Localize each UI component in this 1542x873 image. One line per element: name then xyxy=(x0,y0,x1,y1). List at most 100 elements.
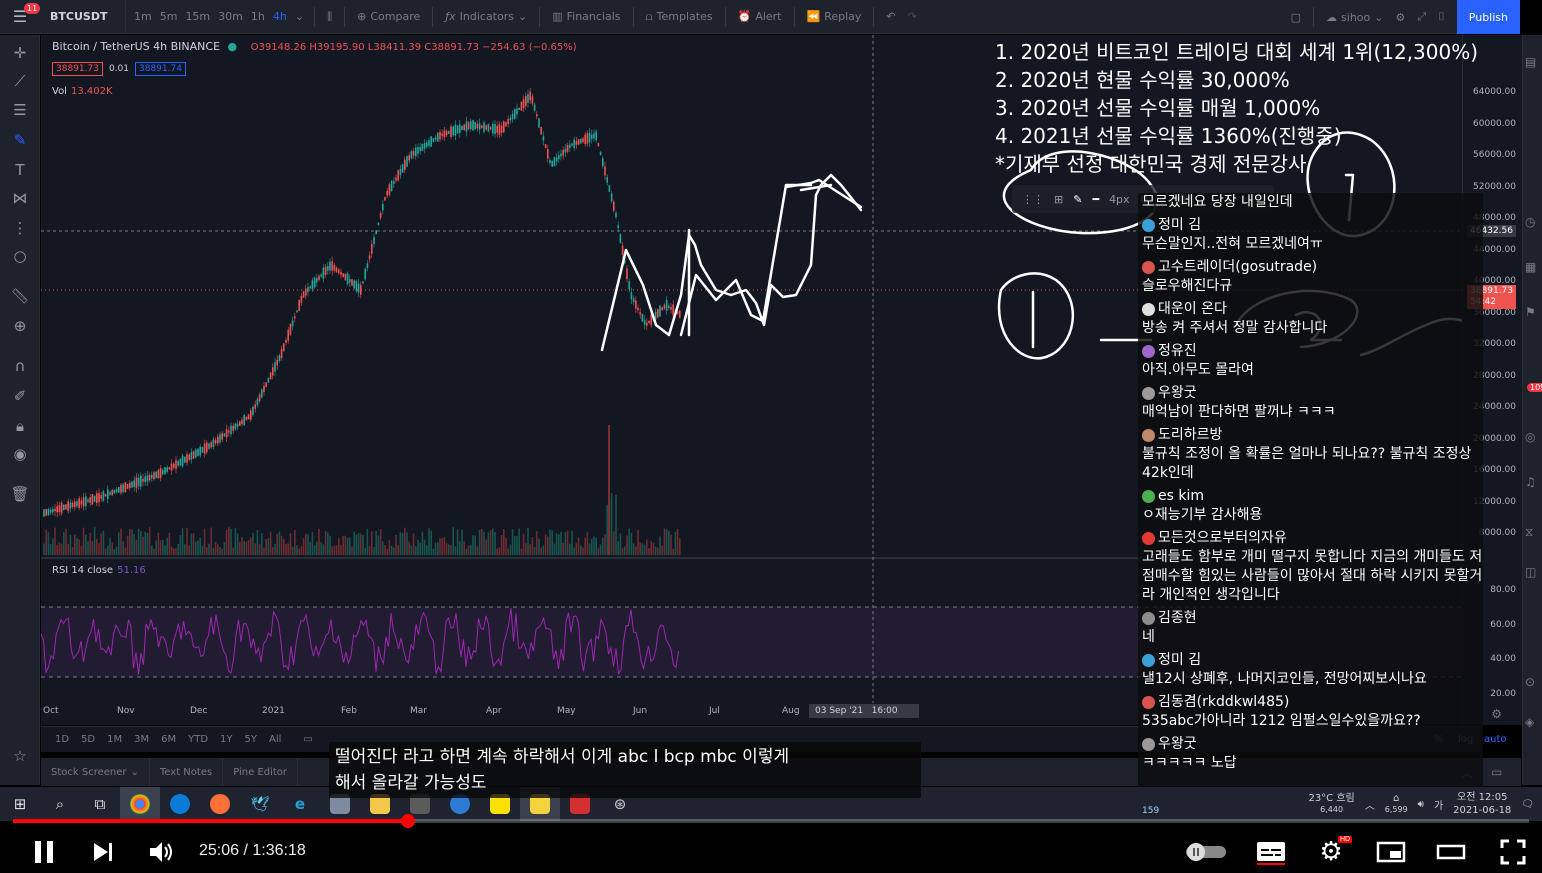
stream-icon[interactable]: ◈ xyxy=(1525,715,1534,729)
layout-button[interactable]: ▢ xyxy=(1285,0,1307,34)
network-icon[interactable]: ⌂ 6,599 xyxy=(1385,793,1408,815)
data-window-icon[interactable]: ▦ xyxy=(1525,260,1536,274)
auto-scale-toggle[interactable]: auto xyxy=(1484,734,1507,745)
ruler-icon[interactable]: 📏︎ xyxy=(0,287,40,305)
undo-button[interactable]: ↶ xyxy=(880,0,901,34)
theater-mode-button[interactable] xyxy=(1434,830,1468,873)
watchlist-icon[interactable]: ▤ xyxy=(1525,55,1536,69)
templates-icon[interactable]: ⊞ xyxy=(1054,193,1063,206)
mute-button[interactable] xyxy=(146,830,178,873)
maximize-panel-icon[interactable]: ▭ xyxy=(1491,765,1502,779)
weather-widget[interactable]: 23°C 흐림 6,440 xyxy=(1308,793,1354,815)
interval-15m[interactable]: 15m xyxy=(181,0,214,34)
interval-4h[interactable]: 4h xyxy=(269,0,291,34)
chat-author[interactable]: 김종현 xyxy=(1142,609,1483,628)
bird-app[interactable]: 🕊︎ xyxy=(240,787,280,821)
start-button[interactable]: ⊞ xyxy=(0,787,40,821)
range-3m[interactable]: 3M xyxy=(128,734,155,745)
autoplay-toggle[interactable] xyxy=(1183,830,1229,873)
chat-author[interactable]: 정미 김 xyxy=(1142,216,1483,235)
search-button[interactable]: ⌕ xyxy=(40,787,80,821)
chat-author[interactable]: es kim xyxy=(1142,487,1483,506)
width-label[interactable]: 4px xyxy=(1109,193,1130,206)
clock[interactable]: 오전 12:05 2021-06-18 xyxy=(1453,791,1511,817)
interval-1h[interactable]: 1h xyxy=(247,0,269,34)
range-5d[interactable]: 5D xyxy=(75,734,101,745)
tab-stock-screener[interactable]: Stock Screener ⌄ xyxy=(41,758,150,786)
fullscreen-button[interactable]: ⤢ xyxy=(1411,0,1432,34)
horizontal-lines-icon[interactable]: ☰ xyxy=(0,101,40,119)
gear-icon[interactable]: ⚙ xyxy=(1491,707,1502,721)
chat-icon[interactable]: ◫ xyxy=(1525,565,1536,579)
lock-icon[interactable]: 🔒︎ xyxy=(0,417,40,435)
notifications-icon[interactable]: 🗨︎ xyxy=(1521,799,1534,810)
chevron-down-icon[interactable]: ⌄ xyxy=(291,0,308,34)
indicators-button[interactable]: ƒx Indicators ⌄ xyxy=(439,0,533,34)
range-1m[interactable]: 1M xyxy=(101,734,128,745)
range-1d[interactable]: 1D xyxy=(49,734,75,745)
bell-icon[interactable]: ♫ xyxy=(1525,475,1536,489)
circle-icon[interactable]: ○ xyxy=(0,247,40,265)
alert-button[interactable]: ⏰ Alert xyxy=(732,0,788,34)
range-all[interactable]: All xyxy=(263,734,287,745)
redo-button[interactable]: ↷ xyxy=(902,0,923,34)
financials-button[interactable]: ▥ Financials xyxy=(546,0,626,34)
chat-author[interactable]: 고수트레이더(gosutrade) xyxy=(1142,258,1483,277)
interval-30m[interactable]: 30m xyxy=(214,0,247,34)
chat-author[interactable]: 우왕굿 xyxy=(1142,735,1483,754)
drag-handle-icon[interactable]: ⋮⋮ xyxy=(1022,193,1044,206)
calendar-icon[interactable]: ⧖ xyxy=(1525,525,1533,540)
range-ytd[interactable]: YTD xyxy=(182,734,214,745)
chat-author[interactable]: 도리하르방 xyxy=(1142,426,1483,445)
next-button[interactable] xyxy=(88,830,118,873)
interval-5m[interactable]: 5m xyxy=(156,0,182,34)
replay-button[interactable]: ⏪ Replay xyxy=(801,0,868,34)
progress-scrubber[interactable] xyxy=(401,814,415,828)
settings-button[interactable]: ⚙ HD xyxy=(1314,830,1353,873)
chat-author[interactable]: 정유진 xyxy=(1142,342,1483,361)
pause-button[interactable] xyxy=(28,830,60,873)
menu-button[interactable]: ☰ 11 xyxy=(0,0,41,34)
buy-price[interactable]: 38891.74 xyxy=(135,62,186,76)
chart-type-button[interactable]: ⫼ xyxy=(321,0,338,34)
symbol-search[interactable]: BTCUSDT xyxy=(40,0,126,34)
range-6m[interactable]: 6M xyxy=(155,734,182,745)
chat-author[interactable]: 대운이 온다 xyxy=(1142,300,1483,319)
alerts-icon[interactable]: ◷ xyxy=(1525,215,1535,229)
interval-1m[interactable]: 1m xyxy=(130,0,156,34)
brush-icon[interactable]: ✎ xyxy=(0,131,40,149)
sell-price[interactable]: 38891.73 xyxy=(52,62,103,76)
ie-app[interactable]: e xyxy=(280,787,320,821)
range-1y[interactable]: 1Y xyxy=(214,734,238,745)
pattern-icon[interactable]: ⋈ xyxy=(0,189,40,207)
star-icon[interactable]: ☆ xyxy=(0,747,40,765)
pencil-lock-icon[interactable]: ✐ xyxy=(0,387,40,405)
miniplayer-button[interactable] xyxy=(1374,830,1408,873)
eye-icon[interactable]: ◉ xyxy=(0,445,40,463)
ideas-icon[interactable]: ◎ xyxy=(1525,430,1535,444)
prediction-icon[interactable]: ⋮ xyxy=(0,219,40,237)
chat-author[interactable]: 김동겸(rkddkwl485) xyxy=(1142,693,1483,712)
tab-text-notes[interactable]: Text Notes xyxy=(150,758,224,786)
firefox-app[interactable] xyxy=(200,787,240,821)
text-icon[interactable]: T xyxy=(0,161,40,179)
magnet-icon[interactable]: ∩ xyxy=(0,357,40,375)
snapshot-button[interactable]: ⌷ xyxy=(1432,0,1451,34)
settings-button[interactable]: ⚙ xyxy=(1389,0,1411,34)
templates-button[interactable]: ⩍ Templates xyxy=(640,0,719,34)
chat-author[interactable]: 우왕굿 xyxy=(1142,384,1483,403)
edge-app[interactable] xyxy=(160,787,200,821)
volume-icon[interactable]: 🔊︎ xyxy=(1418,799,1424,810)
tab-pine-editor[interactable]: Pine Editor xyxy=(223,758,299,786)
line-style-icon[interactable]: ━ xyxy=(1092,193,1099,206)
pencil-icon[interactable]: ✎ xyxy=(1073,193,1082,206)
crosshair-icon[interactable]: ✛ xyxy=(0,44,40,62)
compare-button[interactable]: ⊕ Compare xyxy=(351,0,426,34)
range-5y[interactable]: 5Y xyxy=(239,734,263,745)
publish-button[interactable]: Publish xyxy=(1456,0,1520,34)
ime-icon[interactable]: 가 xyxy=(1434,797,1443,812)
zoom-in-icon[interactable]: ⊕ xyxy=(0,317,40,335)
subtitles-button[interactable] xyxy=(1254,830,1288,873)
chrome-app[interactable] xyxy=(120,787,160,821)
chat-author[interactable]: 모든것으로부터의자유 xyxy=(1142,529,1483,548)
